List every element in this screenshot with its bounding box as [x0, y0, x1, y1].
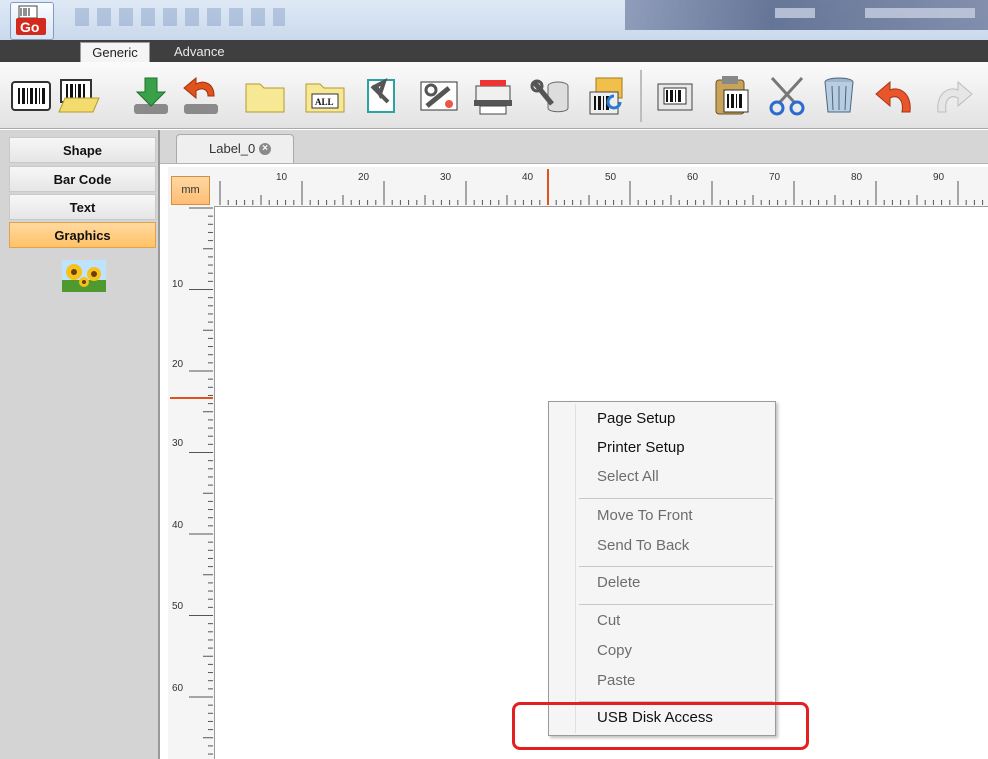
menu-item-select-all[interactable]: Select All: [597, 467, 659, 487]
print-preview-icon[interactable]: [584, 72, 630, 120]
document-tab-label: Label_0: [209, 141, 256, 156]
select-all-icon[interactable]: ALL: [302, 72, 348, 120]
gologo-app-icon[interactable]: Go: [10, 2, 54, 40]
upload-icon[interactable]: [178, 72, 224, 120]
title-bar: [0, 0, 988, 40]
unit-toggle-button[interactable]: mm: [171, 176, 210, 205]
ruler-label: 20: [358, 172, 370, 183]
undo-icon[interactable]: [872, 72, 918, 120]
cut-icon[interactable]: [764, 72, 810, 120]
settings-icon[interactable]: [417, 72, 463, 120]
ruler-label: 10: [276, 172, 288, 183]
category-shape[interactable]: Shape: [9, 137, 156, 163]
ruler-label: 70: [769, 172, 781, 183]
category-bar-code[interactable]: Bar Code: [9, 166, 156, 192]
ruler-label: 20: [172, 359, 184, 370]
ruler-label: 80: [851, 172, 863, 183]
database-tools-icon[interactable]: [528, 72, 574, 120]
menu-gutter: [575, 404, 576, 733]
printer-icon[interactable]: [470, 72, 516, 120]
label-printer-icon[interactable]: [652, 72, 698, 120]
ruler-label: 30: [172, 438, 184, 449]
tools-icon[interactable]: [360, 72, 406, 120]
paste-icon[interactable]: [708, 72, 754, 120]
ruler-label: 90: [933, 172, 945, 183]
ruler-label: 60: [172, 683, 184, 694]
menu-separator: [579, 604, 773, 605]
menu-item-paste[interactable]: Paste: [597, 671, 635, 691]
tab-generic[interactable]: Generic: [80, 42, 150, 62]
menu-item-delete[interactable]: Delete: [597, 573, 640, 593]
menu-item-printer-setup[interactable]: Printer Setup: [597, 438, 685, 458]
category-graphics[interactable]: Graphics: [9, 222, 156, 248]
ruler-label: 40: [172, 520, 184, 531]
close-icon[interactable]: ×: [259, 143, 271, 155]
quick-access-toolbar: [75, 8, 285, 26]
svg-text:ALL: ALL: [315, 97, 334, 107]
download-icon[interactable]: [128, 72, 174, 120]
redo-icon[interactable]: [930, 72, 976, 120]
sunflower-image-icon[interactable]: [62, 260, 106, 292]
menu-item-move-to-front[interactable]: Move To Front: [597, 506, 693, 526]
ruler-label: 40: [522, 172, 534, 183]
delete-icon[interactable]: [816, 72, 862, 120]
ruler-label: 30: [440, 172, 452, 183]
ruler-label: 50: [605, 172, 617, 183]
menu-separator: [579, 498, 773, 499]
menu-item-copy[interactable]: Copy: [597, 641, 632, 661]
menu-item-send-to-back[interactable]: Send To Back: [597, 536, 689, 556]
svg-text:Go: Go: [20, 19, 39, 35]
highlight-annotation: [512, 702, 809, 750]
context-menu: Page Setup Printer Setup Select All Move…: [548, 401, 776, 736]
ruler-label: 60: [687, 172, 699, 183]
folder-icon[interactable]: [242, 72, 288, 120]
horizontal-ruler: [168, 167, 988, 207]
open-label-icon[interactable]: [55, 72, 101, 120]
category-text[interactable]: Text: [9, 194, 156, 220]
document-tab[interactable]: Label_0 ×: [176, 134, 294, 163]
ruler-label: 50: [172, 601, 184, 612]
menu-item-page-setup[interactable]: Page Setup: [597, 409, 675, 429]
tab-advance[interactable]: Advance: [164, 42, 244, 62]
window-title-area: [625, 0, 988, 30]
toolbar-separator: [640, 70, 642, 122]
menu-separator: [579, 566, 773, 567]
barcode-label-icon[interactable]: [8, 72, 54, 120]
ruler-label: 10: [172, 279, 184, 290]
menu-item-cut[interactable]: Cut: [597, 611, 620, 631]
